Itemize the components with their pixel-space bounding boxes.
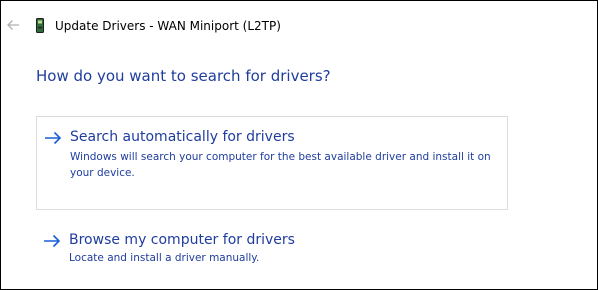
- back-button[interactable]: [5, 17, 21, 33]
- back-arrow-icon: [7, 20, 19, 30]
- right-arrow-icon: [45, 131, 62, 145]
- title-bar: Update Drivers - WAN Miniport (L2TP): [1, 1, 597, 51]
- search-automatically-option[interactable]: Search automatically for drivers Windows…: [36, 116, 508, 210]
- option-description: Windows will search your computer for th…: [70, 151, 491, 179]
- browse-computer-option[interactable]: Browse my computer for drivers Locate an…: [36, 226, 508, 272]
- update-drivers-window: Update Drivers - WAN Miniport (L2TP) How…: [0, 0, 598, 290]
- option-title: Search automatically for drivers: [70, 129, 295, 145]
- right-arrow-icon: [44, 234, 61, 248]
- window-title: Update Drivers - WAN Miniport (L2TP): [55, 19, 281, 33]
- page-heading: How do you want to search for drivers?: [36, 67, 331, 85]
- option-title: Browse my computer for drivers: [69, 232, 295, 248]
- option-description: Locate and install a driver manually.: [69, 252, 260, 264]
- device-icon: [36, 18, 44, 33]
